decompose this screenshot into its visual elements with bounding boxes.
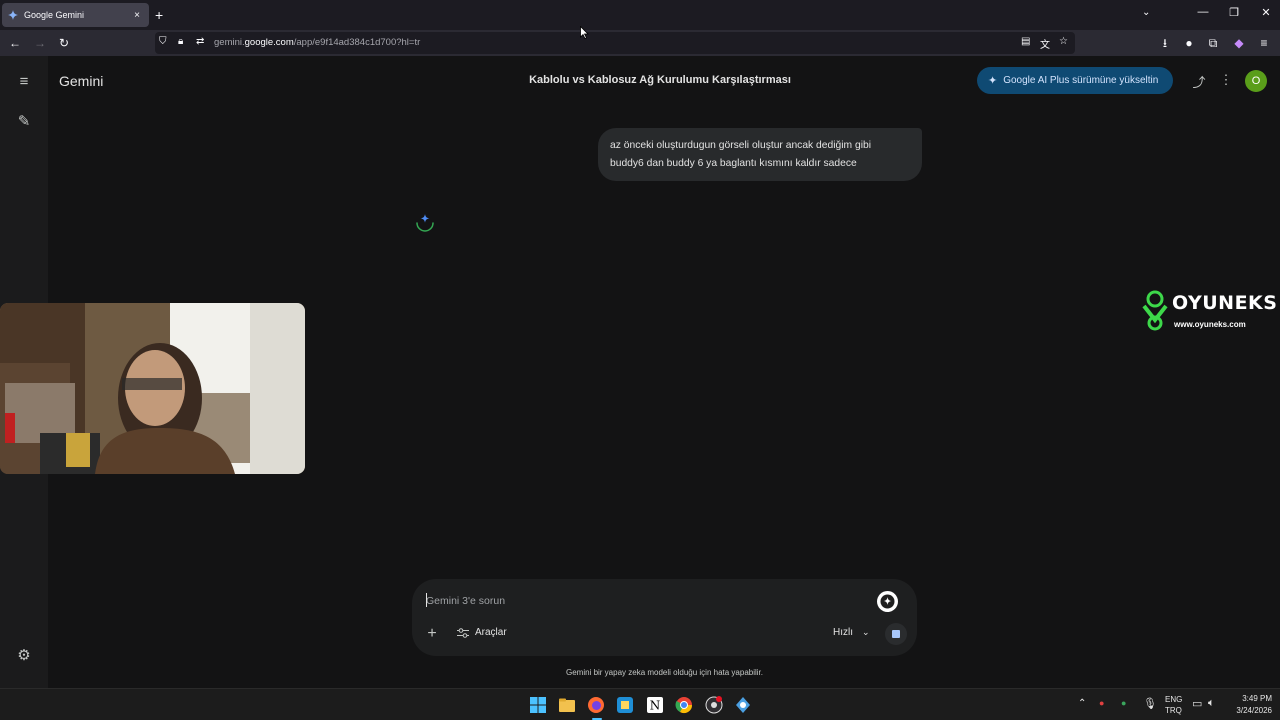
- list-all-tabs-icon[interactable]: ⌄: [1142, 7, 1150, 18]
- tray-app-icon[interactable]: ●: [1121, 698, 1126, 708]
- webcam-image: [0, 303, 305, 474]
- window-close-button[interactable]: ✕: [1256, 6, 1276, 19]
- notion-icon[interactable]: N: [646, 696, 664, 714]
- tools-button[interactable]: Araçlar: [457, 627, 507, 638]
- new-chat-icon[interactable]: ✎: [14, 112, 34, 132]
- chevron-down-icon: ⌄: [862, 627, 870, 637]
- gemini-app: ≡ ✎ ⚙ Gemini Kablolu vs Kablosuz Ağ Kuru…: [0, 56, 1280, 688]
- reload-icon[interactable]: ↻: [55, 34, 73, 52]
- app-icon[interactable]: [734, 696, 752, 714]
- conversation-title: Kablolu vs Kablosuz Ağ Kurulumu Karşılaş…: [529, 74, 791, 86]
- url-text: gemini.google.com/app/e9f14ad384c1d700?h…: [214, 37, 421, 48]
- menu-icon[interactable]: ≡: [14, 72, 34, 92]
- live-voice-button[interactable]: [877, 591, 898, 612]
- stop-button[interactable]: [885, 623, 907, 645]
- tray-overflow-icon[interactable]: ⌃: [1078, 698, 1086, 709]
- browser-tab-strip: Google Gemini × + ⌄ — ❐ ✕: [0, 0, 1280, 30]
- prompt-composer: + Araçlar Hızlı ⌄: [412, 579, 917, 656]
- model-label: Hızlı: [833, 627, 853, 638]
- upgrade-label: Google AI Plus sürümüne yükseltin: [1003, 75, 1159, 86]
- tools-label: Araçlar: [475, 627, 507, 638]
- app-menu-icon[interactable]: ≡: [1255, 34, 1273, 52]
- user-message: az önceki oluşturdugun görseli oluştur a…: [598, 128, 922, 181]
- watermark: OYUNEKS www.oyuneks.com: [1140, 290, 1277, 336]
- text-caret: [426, 593, 427, 607]
- gemini-favicon-icon: [8, 10, 18, 20]
- svg-text:N: N: [650, 699, 661, 713]
- avatar[interactable]: O: [1245, 70, 1267, 92]
- window-minimize-button[interactable]: —: [1193, 6, 1213, 18]
- model-selector[interactable]: Hızlı ⌄: [833, 627, 870, 638]
- tab-close-icon[interactable]: ×: [131, 10, 143, 21]
- clock-time[interactable]: 3:49 PM: [1232, 694, 1272, 703]
- translate-icon[interactable]: 文: [1040, 36, 1050, 51]
- account-icon[interactable]: ●: [1180, 34, 1198, 52]
- settings-icon[interactable]: ⚙: [14, 646, 34, 666]
- chrome-icon[interactable]: [675, 696, 693, 714]
- more-vert-icon[interactable]: ⋮: [1217, 72, 1235, 88]
- downloads-icon[interactable]: ⭳: [1156, 34, 1174, 52]
- file-explorer-icon[interactable]: [558, 696, 576, 714]
- language-top[interactable]: ENG: [1165, 695, 1182, 704]
- user-message-line: az önceki oluşturdugun görseli oluştur a…: [610, 140, 872, 151]
- browser-tab-title: Google Gemini: [24, 10, 85, 20]
- microphone-icon[interactable]: 🎙︎: [1143, 697, 1157, 710]
- gemini-brand[interactable]: Gemini: [59, 73, 103, 89]
- extensions-icon[interactable]: ⧉: [1204, 34, 1222, 52]
- windows-start-icon[interactable]: [529, 696, 547, 714]
- address-bar[interactable]: ⛉ 🔒︎ ⇄ gemini.google.com/app/e9f14ad384c…: [155, 32, 1075, 54]
- network-icon[interactable]: ▭: [1192, 697, 1202, 710]
- back-icon[interactable]: ←: [6, 34, 24, 52]
- app-icon[interactable]: [616, 696, 634, 714]
- loading-spark-icon: [416, 214, 434, 232]
- bookmark-star-icon[interactable]: ☆: [1059, 36, 1068, 47]
- obs-icon[interactable]: [705, 696, 723, 714]
- gemini-spark-icon: ✦: [988, 75, 998, 87]
- watermark-name: OYUNEKS: [1172, 292, 1278, 314]
- webcam-overlay: [0, 303, 305, 474]
- language-bottom[interactable]: TRQ: [1165, 706, 1182, 715]
- reader-view-icon[interactable]: ▤: [1021, 36, 1030, 47]
- firefox-icon[interactable]: [587, 696, 605, 714]
- stop-icon: [892, 630, 900, 638]
- forward-icon[interactable]: →: [31, 34, 49, 52]
- windows-taskbar: N ⌃ ● ● 🎙︎ ENG TRQ ▭ 🔈︎ 3:49 PM 3/24/202…: [0, 688, 1280, 720]
- user-message-line: buddy6 dan buddy 6 ya baglantı kısmını k…: [610, 158, 857, 169]
- browser-navigation-bar: ← → ↻ ⛉ 🔒︎ ⇄ gemini.google.com/app/e9f14…: [0, 30, 1280, 56]
- share-icon[interactable]: ⤴: [1190, 72, 1208, 91]
- browser-tab-gemini[interactable]: Google Gemini ×: [2, 3, 149, 27]
- upgrade-button[interactable]: ✦ Google AI Plus sürümüne yükseltin: [977, 67, 1173, 94]
- tracking-shield-icon[interactable]: ⛉: [159, 36, 167, 47]
- window-restore-button[interactable]: ❐: [1224, 6, 1244, 19]
- tools-icon: [457, 627, 469, 638]
- mouse-cursor-icon: [580, 26, 589, 39]
- clock-date[interactable]: 3/24/2026: [1226, 706, 1272, 715]
- disclaimer: Gemini bir yapay zeka modeli olduğu için…: [566, 668, 763, 677]
- lock-icon[interactable]: 🔒︎: [178, 36, 183, 47]
- oyuneks-logo-icon: [1142, 290, 1168, 331]
- plus-icon[interactable]: +: [424, 626, 440, 642]
- prompt-input[interactable]: [426, 592, 866, 610]
- permissions-icon[interactable]: ⇄: [196, 36, 204, 47]
- live-icon: [880, 594, 895, 609]
- new-tab-button[interactable]: +: [155, 7, 163, 23]
- volume-icon[interactable]: 🔈︎: [1208, 697, 1215, 710]
- watermark-url: www.oyuneks.com: [1174, 320, 1246, 329]
- tray-app-icon[interactable]: ●: [1099, 698, 1104, 708]
- extension-badge-icon[interactable]: ◆: [1230, 34, 1248, 52]
